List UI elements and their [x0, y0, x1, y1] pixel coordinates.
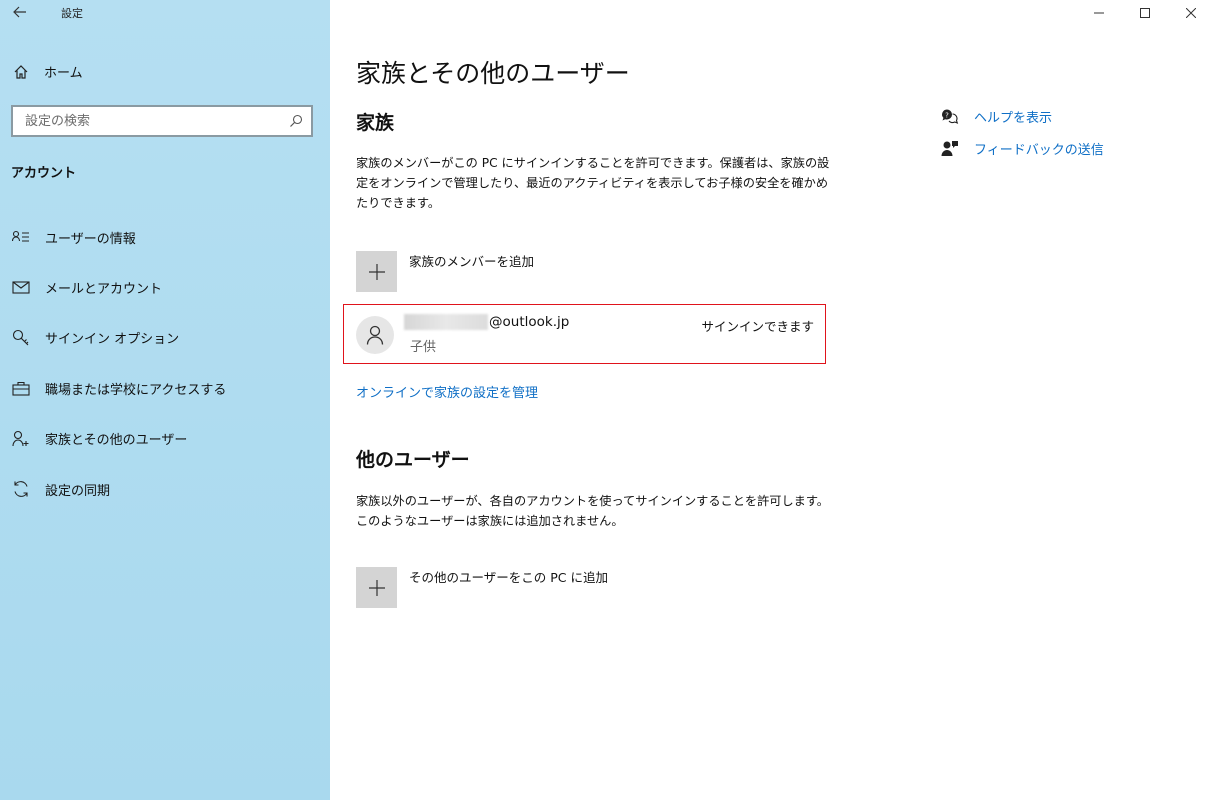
app-title: 設定 — [61, 7, 83, 20]
sidebar-item-mail[interactable]: メールとアカウント — [0, 262, 330, 312]
close-icon — [1186, 8, 1196, 18]
sidebar-item-family[interactable]: 家族とその他のユーザー — [0, 414, 330, 464]
user-info-icon — [11, 228, 31, 246]
page-title: 家族とその他のユーザー — [356, 59, 630, 88]
sidebar-item-label: 職場または学校にアクセスする — [45, 382, 227, 398]
member-status: サインインできます — [701, 319, 814, 334]
other-users-description: 家族以外のユーザーが、各自のアカウントを使ってサインインすることを許可します。こ… — [356, 494, 829, 528]
maximize-button[interactable] — [1122, 0, 1168, 26]
manage-family-online-link[interactable]: オンラインで家族の設定を管理 — [356, 382, 538, 401]
window-controls — [1076, 0, 1214, 26]
mail-icon — [11, 279, 31, 297]
settings-search[interactable] — [11, 105, 313, 137]
key-icon — [11, 329, 31, 347]
sidebar-item-label: ユーザーの情報 — [45, 231, 136, 247]
sidebar-item-user-info[interactable]: ユーザーの情報 — [0, 212, 330, 262]
search-icon — [290, 114, 303, 127]
home-icon — [12, 63, 30, 81]
email-domain: @outlook.jp — [489, 314, 570, 330]
feedback-link-label: フィードバックの送信 — [974, 142, 1104, 158]
help-link-label: ヘルプを表示 — [974, 110, 1053, 126]
other-users-heading: 他のユーザー — [356, 449, 470, 471]
add-family-member-button[interactable]: 家族のメンバーを追加 — [356, 251, 534, 292]
close-button[interactable] — [1168, 0, 1214, 26]
plus-icon — [356, 251, 397, 292]
sidebar-item-sync[interactable]: 設定の同期 — [0, 464, 330, 514]
back-arrow-icon — [13, 6, 26, 18]
title-bar: 設定 — [0, 0, 330, 26]
home-label: ホーム — [44, 66, 83, 81]
sidebar-item-label: 家族とその他のユーザー — [45, 433, 188, 449]
briefcase-icon — [11, 379, 31, 397]
member-role: 子供 — [410, 340, 437, 355]
family-description: 家族のメンバーがこの PC にサインインすることを許可できます。保護者は、家族の… — [356, 156, 830, 210]
family-heading: 家族 — [356, 112, 395, 134]
sidebar-home[interactable]: ホーム — [12, 62, 83, 81]
sync-icon — [11, 480, 31, 498]
related-links: ? ヘルプを表示 フィードバックの送信 — [940, 100, 1104, 164]
minimize-button[interactable] — [1076, 0, 1122, 26]
sidebar-item-label: メールとアカウント — [45, 282, 163, 298]
minimize-icon — [1094, 12, 1104, 14]
add-other-user-button[interactable]: その他のユーザーをこの PC に追加 — [356, 567, 608, 608]
member-email: @outlook.jp — [404, 314, 569, 330]
add-family-member-label: 家族のメンバーを追加 — [409, 254, 535, 269]
back-button[interactable] — [11, 3, 29, 21]
sidebar-item-label: サインイン オプション — [45, 332, 180, 348]
redacted-username — [404, 314, 488, 330]
feedback-icon — [940, 139, 960, 157]
plus-icon — [356, 567, 397, 608]
svg-text:?: ? — [945, 111, 949, 119]
person-icon — [366, 325, 384, 345]
search-input[interactable] — [13, 107, 283, 135]
sidebar-item-label: 設定の同期 — [45, 483, 111, 499]
help-icon: ? — [940, 107, 960, 125]
add-other-user-label: その他のユーザーをこの PC に追加 — [409, 570, 608, 585]
help-link[interactable]: ? ヘルプを表示 — [940, 100, 1104, 132]
feedback-link[interactable]: フィードバックの送信 — [940, 132, 1104, 164]
family-member-item[interactable]: @outlook.jp 子供 サインインできます — [343, 304, 826, 364]
avatar — [356, 316, 394, 354]
maximize-icon — [1140, 8, 1150, 18]
sidebar-nav: ユーザーの情報 メールとアカウント サインイン オプション 職場または学校にアク… — [0, 212, 330, 514]
sidebar-item-work-school[interactable]: 職場または学校にアクセスする — [0, 363, 330, 413]
sidebar-item-signin-options[interactable]: サインイン オプション — [0, 313, 330, 363]
sidebar: 設定 ホーム アカウント ユーザーの情報 メールとアカウント サイ — [0, 0, 330, 800]
person-add-icon — [11, 430, 31, 448]
section-title: アカウント — [11, 166, 77, 181]
